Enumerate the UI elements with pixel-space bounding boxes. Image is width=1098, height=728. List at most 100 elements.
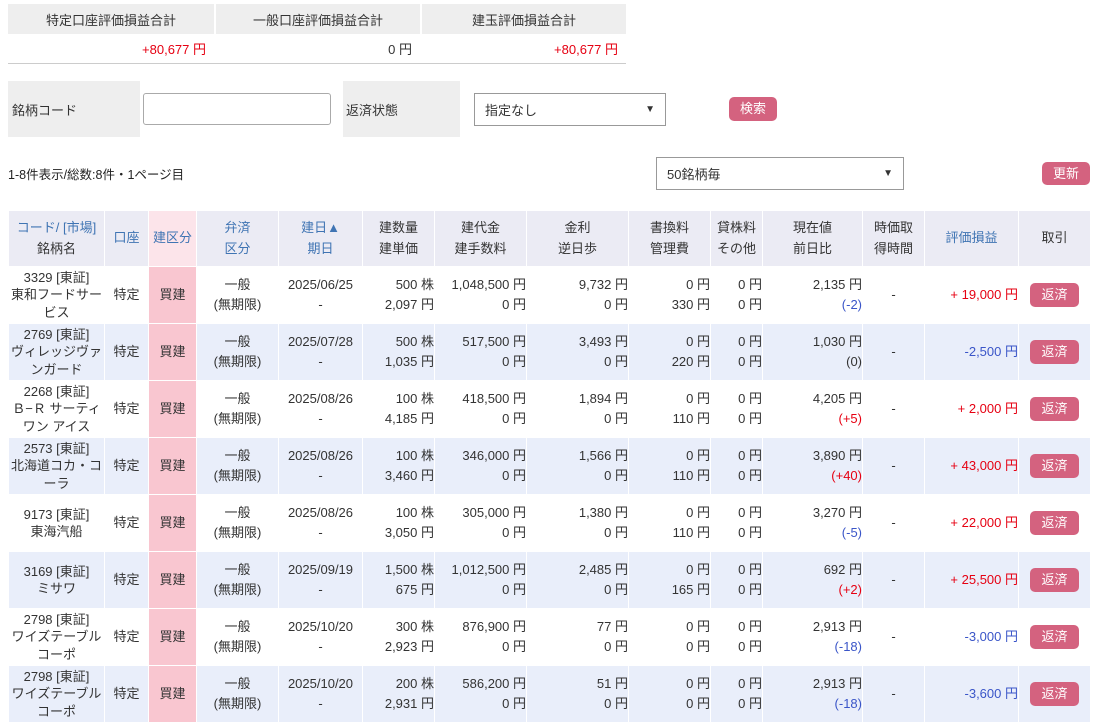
name: 東和フードサービス	[10, 287, 102, 320]
quote-time: -	[891, 343, 896, 359]
summary-label-tategyoku: 建玉評価損益合計	[420, 4, 626, 34]
cell-repayment-type: 一般 (無期限)	[196, 551, 279, 609]
day-change: (0)	[846, 354, 862, 369]
due-date: -	[318, 696, 323, 711]
repay-button[interactable]: 返済	[1030, 397, 1079, 421]
search-button[interactable]: 検索	[729, 97, 778, 121]
code: 3329 [東証]	[23, 270, 90, 286]
cell-lending-fee: 0 円0 円	[710, 266, 763, 324]
refresh-button[interactable]: 更新	[1041, 161, 1090, 186]
cell-pl: + 25,500 円	[924, 551, 1019, 609]
repay-button[interactable]: 返済	[1030, 682, 1079, 706]
position: 買建	[159, 343, 186, 359]
position: 買建	[159, 457, 186, 473]
open-date: 2025/07/28	[287, 333, 354, 349]
current-price: 2,135 円	[812, 276, 862, 292]
due-date: -	[318, 354, 323, 369]
col-header-rewrite-fee-label2: 管理費	[649, 240, 689, 256]
cell-amount-fee: 346,000 円 0 円	[434, 437, 527, 495]
cell-current-price: 692 円 (+2)	[762, 551, 863, 609]
search-button-cell: 検索	[690, 81, 835, 137]
repay-type: 一般	[224, 675, 251, 691]
repay-status-select[interactable]: 指定なし ▼	[474, 92, 666, 126]
repay-button[interactable]: 返済	[1030, 511, 1079, 535]
col-header-account[interactable]: 口座	[104, 210, 149, 267]
cell-current-price: 1,030 円 (0)	[762, 323, 863, 381]
cell-lending-fee: 0 円0 円	[710, 323, 763, 381]
name: 東海汽船	[30, 524, 83, 539]
cell-open-date: 2025/10/20 -	[278, 665, 363, 723]
amount: 586,200 円	[462, 675, 526, 691]
day-change: (-18)	[834, 696, 862, 711]
cell-code-name: 2573 [東証] 北海道コカ・コーラ	[8, 437, 105, 495]
code: 9173 [東証]	[23, 506, 90, 522]
kanrihi: 220 円	[671, 354, 710, 369]
result-count-text: 1-8件表示/総数:8件・1ページ目	[8, 168, 185, 182]
repay-button[interactable]: 返済	[1030, 340, 1079, 364]
repay-button[interactable]: 返済	[1030, 283, 1079, 307]
stock-code-cell	[140, 81, 343, 137]
col-header-lending-fee: 貸株料 その他	[710, 210, 763, 267]
cell-code-name: 2798 [東証] ワイズテーブルコーポ	[8, 608, 105, 666]
col-header-position-type[interactable]: 建区分	[148, 210, 197, 267]
col-header-pl[interactable]: 評価損益	[924, 210, 1019, 267]
repay-term: (無期限)	[213, 696, 262, 711]
pl: -3,600 円	[964, 685, 1018, 701]
col-header-code-name-label: コード/ [市場]	[16, 219, 97, 235]
unit-price: 3,050 円	[384, 525, 434, 540]
col-header-code-name[interactable]: コード/ [市場] 銘柄名	[8, 210, 105, 267]
repay-term: (無期限)	[213, 411, 262, 426]
cell-quantity-unitprice: 500 株 1,035 円	[362, 323, 435, 381]
sonota: 0 円	[738, 354, 762, 369]
repay-type: 一般	[224, 561, 251, 577]
cell-quote-time: -	[862, 380, 925, 438]
cell-code-name: 3329 [東証] 東和フードサービス	[8, 266, 105, 324]
cell-interest: 2,485 円 0 円	[526, 551, 629, 609]
repay-status-value: 指定なし	[485, 102, 538, 118]
cell-amount-fee: 517,500 円 0 円	[434, 323, 527, 381]
col-header-amount-fee: 建代金 建手数料	[434, 210, 527, 267]
name: ワイズテーブルコーポ	[11, 629, 102, 662]
stock-code-input[interactable]	[143, 93, 331, 125]
col-header-code-name-label2: 銘柄名	[36, 240, 76, 256]
gyakuhibu: 0 円	[604, 354, 628, 369]
quote-time: -	[891, 628, 896, 644]
due-date: -	[318, 468, 323, 483]
gyakuhibu: 0 円	[604, 696, 628, 711]
cell-lending-fee: 0 円0 円	[710, 494, 763, 552]
qty: 100 株	[395, 447, 434, 463]
cell-quantity-unitprice: 100 株 3,050 円	[362, 494, 435, 552]
repay-button[interactable]: 返済	[1030, 454, 1079, 478]
col-header-open-date[interactable]: 建日▲ 期日	[278, 210, 363, 267]
gyakuhibu: 0 円	[604, 297, 628, 312]
sonota: 0 円	[738, 525, 762, 540]
open-date: 2025/08/26	[287, 447, 354, 463]
cell-trade: 返済	[1018, 551, 1091, 609]
summary-value-ippan: 0 円	[214, 34, 420, 63]
cell-amount-fee: 876,900 円 0 円	[434, 608, 527, 666]
gyakuhibu: 0 円	[604, 582, 628, 597]
cell-code-name: 2268 [東証] Ｂ−Ｒ サーティワン アイス	[8, 380, 105, 438]
col-header-rewrite-fee: 書換料 管理費	[628, 210, 711, 267]
summary-label-ippan: 一般口座評価損益合計	[214, 4, 420, 34]
pl: -3,000 円	[964, 628, 1018, 644]
position: 買建	[159, 400, 186, 416]
cell-lending-fee: 0 円0 円	[710, 551, 763, 609]
cell-position-type: 買建	[148, 608, 197, 666]
cell-pl: + 2,000 円	[924, 380, 1019, 438]
repay-button[interactable]: 返済	[1030, 625, 1079, 649]
repay-button[interactable]: 返済	[1030, 568, 1079, 592]
col-header-lending-fee-label2: その他	[716, 240, 756, 256]
pl: + 2,000 円	[957, 400, 1018, 416]
cell-position-type: 買建	[148, 551, 197, 609]
caret-down-icon: ▼	[645, 103, 655, 115]
pl: + 25,500 円	[950, 571, 1018, 587]
list-controls: 1-8件表示/総数:8件・1ページ目 50銘柄毎 ▼ 更新	[8, 157, 1090, 190]
kanrihi: 0 円	[686, 639, 710, 654]
page-size-select[interactable]: 50銘柄毎 ▼	[655, 157, 904, 190]
summary-value-tokutei: +80,677 円	[8, 34, 214, 63]
kashikabu: 0 円	[738, 447, 762, 463]
open-date: 2025/09/19	[287, 561, 354, 577]
commission: 0 円	[502, 639, 526, 654]
col-header-repayment-type[interactable]: 弁済 区分	[196, 210, 279, 267]
